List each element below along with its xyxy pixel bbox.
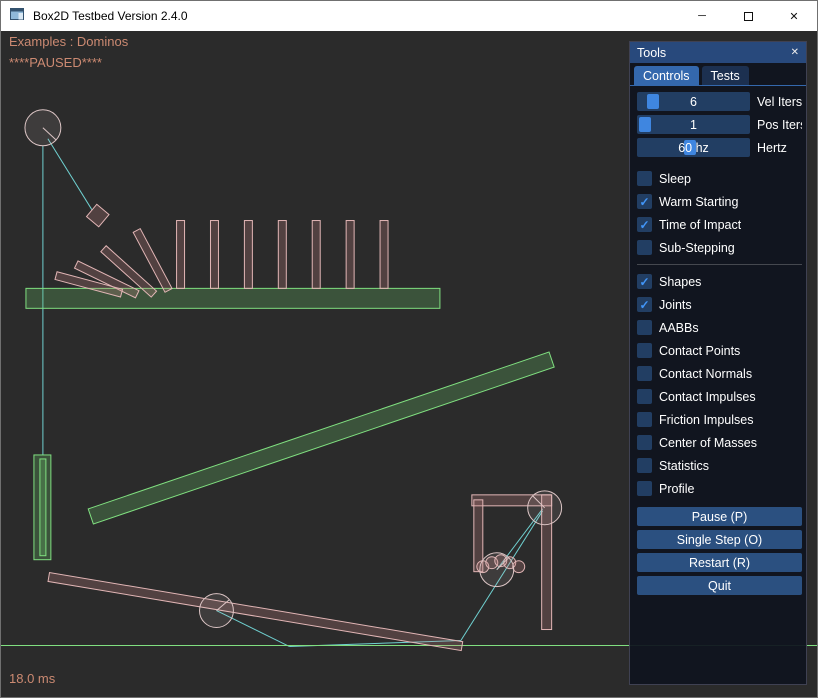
checkbox-box: ✓: [637, 274, 652, 289]
checkbox-label: Sub-Stepping: [659, 241, 735, 255]
domino: [312, 221, 320, 289]
checkbox-box: ✓: [637, 240, 652, 255]
checkbox-box: ✓: [637, 412, 652, 427]
checkbox-center-of-masses[interactable]: ✓ Center of Masses: [637, 433, 802, 452]
checkbox-profile[interactable]: ✓ Profile: [637, 479, 802, 498]
vertical-plank-inner: [40, 459, 46, 556]
check-icon: ✓: [639, 219, 649, 231]
domino: [177, 221, 185, 289]
checkbox-label: Contact Normals: [659, 367, 752, 381]
pos-iters-value: 1: [637, 115, 750, 134]
pos-iters-label: Pos Iters: [757, 118, 802, 132]
checkbox-label: Contact Impulses: [659, 390, 756, 404]
example-label: Examples : Dominos: [9, 34, 128, 49]
window-title: Box2D Testbed Version 2.4.0: [33, 9, 188, 23]
checkbox-aabbs[interactable]: ✓ AABBs: [637, 318, 802, 337]
vel-iters-value: 6: [637, 92, 750, 111]
checkbox-label: Statistics: [659, 459, 709, 473]
pause-button[interactable]: Pause (P): [637, 507, 802, 526]
app-window: Box2D Testbed Version 2.4.0 ─ ✕: [0, 0, 818, 698]
separator: [637, 264, 802, 265]
tools-panel-titlebar[interactable]: Tools ✕: [630, 42, 806, 63]
frame-time-label: 18.0 ms: [9, 671, 55, 686]
checkbox-box: ✓: [637, 435, 652, 450]
checkbox-label: Center of Masses: [659, 436, 757, 450]
checkbox-box: ✓: [637, 171, 652, 186]
checkbox-label: Time of Impact: [659, 218, 741, 232]
caption-buttons: ─ ✕: [679, 1, 817, 31]
hertz-slider[interactable]: 60 hz: [637, 138, 750, 157]
app-icon: [10, 7, 25, 25]
checkbox-box: ✓: [637, 366, 652, 381]
tools-panel-title: Tools: [637, 46, 666, 60]
single-step-button[interactable]: Single Step (O): [637, 530, 802, 549]
checkbox-label: Profile: [659, 482, 694, 496]
checkbox-box: ✓: [637, 217, 652, 232]
maximize-button[interactable]: [725, 1, 771, 31]
checkbox-box: ✓: [637, 320, 652, 335]
checkbox-statistics[interactable]: ✓ Statistics: [637, 456, 802, 475]
checkbox-friction-impulses[interactable]: ✓ Friction Impulses: [637, 410, 802, 429]
hertz-row: 60 hz Hertz: [637, 138, 802, 157]
panel-content: 6 Vel Iters 1 Pos Iters 60 hz Hertz: [630, 86, 806, 684]
close-button[interactable]: ✕: [771, 1, 817, 31]
small-ball: [513, 561, 525, 573]
checkbox-shapes[interactable]: ✓ Shapes: [637, 272, 802, 291]
pos-iters-slider[interactable]: 1: [637, 115, 750, 134]
checkbox-label: Shapes: [659, 275, 701, 289]
checkbox-contact-impulses[interactable]: ✓ Contact Impulses: [637, 387, 802, 406]
checkbox-warm-starting[interactable]: ✓ Warm Starting: [637, 192, 802, 211]
checkbox-box: ✓: [637, 458, 652, 473]
vel-iters-slider[interactable]: 6: [637, 92, 750, 111]
vel-iters-label: Vel Iters: [757, 95, 802, 109]
checkbox-label: AABBs: [659, 321, 699, 335]
checkbox-sub-stepping[interactable]: ✓ Sub-Stepping: [637, 238, 802, 257]
checkbox-box: ✓: [637, 194, 652, 209]
checkbox-time-of-impact[interactable]: ✓ Time of Impact: [637, 215, 802, 234]
window-titlebar: Box2D Testbed Version 2.4.0 ─ ✕: [1, 1, 817, 31]
pendulum-bob: [87, 204, 109, 226]
checkbox-label: Sleep: [659, 172, 691, 186]
bob-joint: [48, 139, 92, 210]
checkbox-box: ✓: [637, 389, 652, 404]
domino: [380, 221, 388, 289]
restart-button[interactable]: Restart (R): [637, 553, 802, 572]
domino: [346, 221, 354, 289]
panel-close-icon[interactable]: ✕: [791, 47, 799, 58]
maximize-icon: [744, 12, 753, 21]
checkbox-joints[interactable]: ✓ Joints: [637, 295, 802, 314]
checkbox-box: ✓: [637, 481, 652, 496]
tools-panel: Tools ✕ Controls Tests 6 Vel Iters 1 Pos…: [629, 41, 807, 685]
check-icon: ✓: [639, 196, 649, 208]
checkbox-sleep[interactable]: ✓ Sleep: [637, 169, 802, 188]
check-icon: ✓: [639, 299, 649, 311]
tab-bar: Controls Tests: [630, 63, 806, 86]
checkbox-label: Joints: [659, 298, 692, 312]
checkbox-box: ✓: [637, 343, 652, 358]
checkbox-box: ✓: [637, 297, 652, 312]
paused-label: ****PAUSED****: [9, 55, 102, 70]
dynamic-bodies[interactable]: [48, 204, 552, 650]
checkbox-contact-normals[interactable]: ✓ Contact Normals: [637, 364, 802, 383]
domino-platform: [26, 288, 440, 308]
domino: [244, 221, 252, 289]
quit-button[interactable]: Quit: [637, 576, 802, 595]
domino: [210, 221, 218, 289]
hertz-label: Hertz: [757, 141, 787, 155]
vel-iters-row: 6 Vel Iters: [637, 92, 802, 111]
tab-tests[interactable]: Tests: [702, 66, 749, 85]
checkbox-contact-points[interactable]: ✓ Contact Points: [637, 341, 802, 360]
domino: [278, 221, 286, 289]
bottom-plank: [48, 573, 463, 651]
tab-controls[interactable]: Controls: [634, 66, 699, 85]
checkbox-label: Friction Impulses: [659, 413, 753, 427]
hertz-value: 60 hz: [637, 138, 750, 157]
check-icon: ✓: [639, 276, 649, 288]
pos-iters-row: 1 Pos Iters: [637, 115, 802, 134]
checkbox-label: Contact Points: [659, 344, 740, 358]
checkbox-label: Warm Starting: [659, 195, 738, 209]
minimize-button[interactable]: ─: [679, 1, 725, 31]
